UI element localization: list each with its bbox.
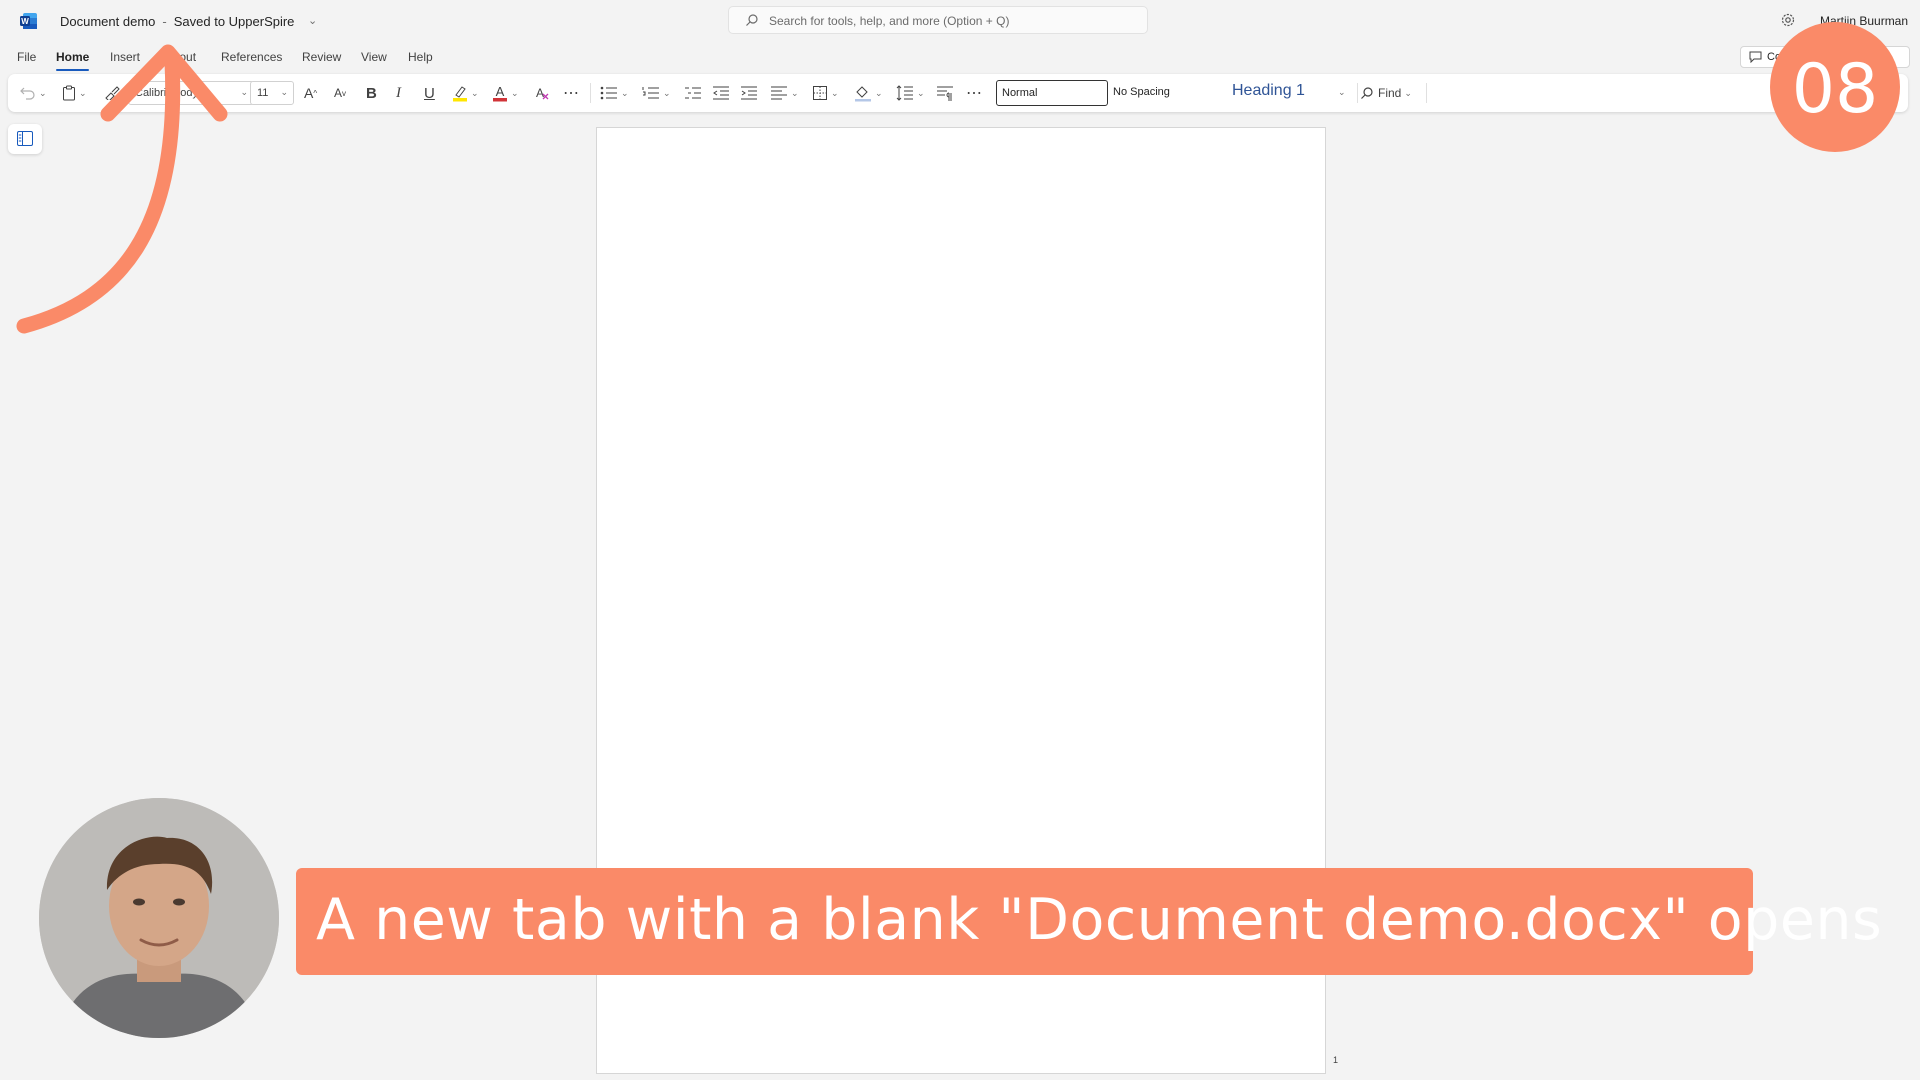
bullet-list-icon <box>600 86 617 100</box>
search-input[interactable]: Search for tools, help, and more (Option… <box>728 6 1148 34</box>
person-icon <box>39 798 279 1038</box>
align-left-icon <box>771 86 787 100</box>
multilevel-list-icon <box>685 87 701 99</box>
decrease-indent-icon <box>713 86 729 100</box>
search-icon <box>1361 87 1373 99</box>
more-paragraph-options-button[interactable]: ⋯ <box>966 84 982 102</box>
tab-view[interactable]: View <box>361 50 387 64</box>
style-normal-label: Normal <box>1002 87 1038 99</box>
font-color-icon: A <box>493 84 507 102</box>
increase-indent-button[interactable] <box>740 84 758 102</box>
step-number: 08 <box>1791 50 1879 129</box>
page-number: 1 <box>1333 1055 1339 1065</box>
tab-help[interactable]: Help <box>408 50 433 64</box>
svg-text:A: A <box>496 84 505 99</box>
align-button[interactable]: ⌄ <box>770 84 799 102</box>
increase-indent-icon <box>741 86 757 100</box>
shading-button[interactable]: ⌄ <box>854 84 883 102</box>
underline-button[interactable]: U <box>424 84 435 102</box>
find-label: Find <box>1378 86 1402 100</box>
shrink-font-icon: A <box>334 86 343 100</box>
styles-gallery: Normal No Spacing Heading 1 ⌄ <box>996 78 1352 108</box>
svg-text:A: A <box>536 86 544 100</box>
numbered-list-icon <box>642 87 659 99</box>
caption-banner: A new tab with a blank "Document demo.do… <box>296 868 1882 975</box>
gear-icon[interactable] <box>1780 12 1796 28</box>
chevron-down-icon[interactable]: ⌄ <box>308 14 317 27</box>
borders-button[interactable]: ⌄ <box>812 84 839 102</box>
multilevel-list-button[interactable] <box>684 84 702 102</box>
decrease-indent-button[interactable] <box>712 84 730 102</box>
paint-bucket-icon <box>855 86 871 102</box>
caption-text: A new tab with a blank "Document demo.do… <box>316 887 1883 953</box>
italic-button[interactable]: I <box>396 84 401 102</box>
grow-font-button[interactable]: A ^ <box>304 84 317 102</box>
bold-button[interactable]: B <box>366 84 377 102</box>
search-icon <box>746 14 758 26</box>
ribbon-tabs: File Home Insert Layout References Revie… <box>0 42 1920 72</box>
highlight-button[interactable]: ⌄ <box>452 84 479 102</box>
style-no-spacing[interactable]: No Spacing <box>1113 86 1170 98</box>
chevron-down-icon: ⌄ <box>280 87 288 97</box>
grow-font-icon: A <box>304 85 314 101</box>
divider <box>590 83 591 103</box>
tutorial-arrow-icon <box>16 44 228 334</box>
search-placeholder: Search for tools, help, and more (Option… <box>769 14 1010 28</box>
step-number-badge: 08 <box>1770 22 1900 152</box>
style-normal[interactable]: Normal <box>996 80 1108 106</box>
presenter-avatar <box>39 798 279 1038</box>
divider <box>1426 83 1427 103</box>
borders-icon <box>813 86 827 100</box>
line-spacing-icon <box>896 85 913 101</box>
find-button[interactable]: Find ⌄ <box>1360 84 1412 102</box>
title-bar: W Document demo - Saved to UpperSpire ⌄ Se… <box>0 0 1920 42</box>
line-spacing-button[interactable]: ⌄ <box>896 84 925 102</box>
pilcrow-icon <box>937 86 953 101</box>
more-font-options-button[interactable]: ⋯ <box>563 84 579 102</box>
font-color-button[interactable]: A ⌄ <box>492 84 519 102</box>
numbering-button[interactable]: ⌄ <box>642 84 671 102</box>
clear-formatting-icon: A <box>536 86 549 100</box>
chevron-down-icon[interactable]: ⌄ <box>1338 87 1346 98</box>
comment-icon <box>1749 51 1762 63</box>
bullets-button[interactable]: ⌄ <box>600 84 629 102</box>
divider <box>1357 83 1358 103</box>
style-heading-1[interactable]: Heading 1 <box>1232 82 1305 100</box>
ribbon-toolbar: ⌄ ⌄ Calibri (Body) ⌄ 11 ⌄ A ^ Av B I U ⌄ A ⌄… <box>8 74 1908 112</box>
tab-review[interactable]: Review <box>302 50 341 64</box>
highlighter-icon <box>453 86 467 102</box>
clear-formatting-button[interactable]: A <box>534 84 550 102</box>
paragraph-marks-button[interactable] <box>936 84 954 102</box>
shrink-font-button[interactable]: Av <box>334 84 346 102</box>
